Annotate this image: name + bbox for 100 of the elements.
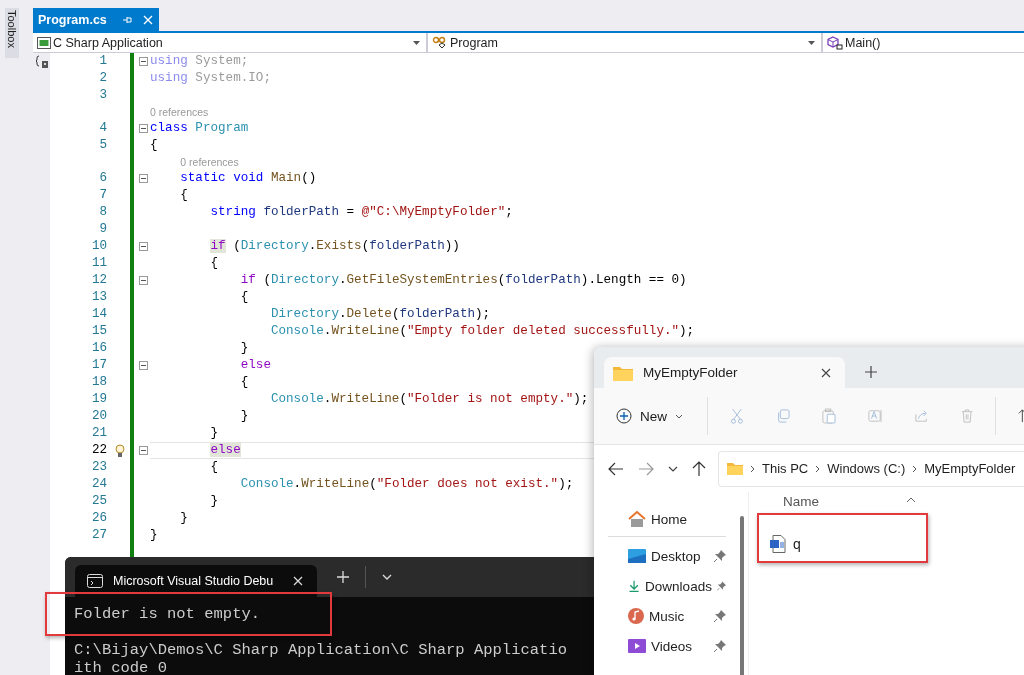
collapse-icon[interactable]: [139, 361, 148, 370]
breadcrumb-item[interactable]: MyEmptyFolder: [924, 461, 1016, 476]
code-line: }: [150, 528, 158, 543]
scope-icon: [34, 54, 49, 69]
collapse-icon[interactable]: [139, 124, 148, 133]
code-line: if (Directory.GetFileSystemEntries(folderPath).Length == 0): [239, 273, 687, 288]
line-number: 14: [90, 306, 108, 323]
code-line: Console.WriteLine("Folder is not empty.");: [269, 392, 589, 407]
code-line: }: [179, 511, 188, 526]
forward-icon[interactable]: [638, 461, 654, 476]
code-line: {: [239, 290, 249, 305]
code-line: }: [209, 426, 219, 441]
desktop-icon: [628, 549, 646, 563]
plus-circle-icon: [616, 408, 632, 424]
nav-pane-item[interactable]: Desktop: [594, 541, 736, 571]
code-line: class Program: [150, 121, 249, 136]
code-line: {: [239, 375, 249, 390]
line-number: 20: [90, 408, 108, 425]
toolbox-tab[interactable]: Toolbox: [5, 8, 19, 58]
line-number: 8: [98, 204, 108, 221]
terminal-output: C:\Bijay\Demos\C Sharp Application\C Sharp Applicatio: [74, 641, 568, 659]
line-number: 27: [90, 527, 108, 544]
pin-icon[interactable]: [122, 15, 133, 24]
code-line: Directory.Delete(folderPath);: [269, 307, 491, 322]
line-number: 26: [90, 510, 108, 527]
line-number: 22: [90, 442, 108, 459]
download-icon: [628, 578, 641, 594]
breadcrumb-item[interactable]: Windows (C:): [827, 461, 906, 476]
back-icon[interactable]: [608, 461, 624, 476]
code-line: }: [209, 494, 219, 509]
document-icon: [770, 535, 786, 553]
chevron-down-icon[interactable]: [668, 465, 678, 472]
code-line: {: [150, 138, 158, 153]
code-line: Console.WriteLine("Empty folder deleted successfully.");: [269, 324, 695, 339]
chevron-right-icon[interactable]: [750, 464, 755, 473]
line-number: 3: [98, 87, 108, 104]
line-number: 12: [90, 272, 108, 289]
caret-icon: [413, 40, 420, 45]
terminal-output: ith code 0: [74, 659, 168, 675]
video-icon: [628, 639, 646, 653]
close-icon[interactable]: [821, 367, 831, 378]
method-icon: [827, 35, 843, 50]
caret-icon: [675, 413, 683, 419]
address-bar[interactable]: This PC Windows (C:) MyEmptyFolder: [718, 450, 1024, 487]
document-tab[interactable]: Program.cs: [33, 8, 159, 31]
nav-pane-item[interactable]: Videos: [594, 631, 736, 661]
new-button[interactable]: New: [614, 404, 685, 428]
code-line: }: [239, 341, 249, 356]
chevron-right-icon[interactable]: [912, 464, 918, 473]
line-number: 1: [98, 53, 108, 70]
console-icon: [87, 574, 103, 588]
line-number: 9: [98, 221, 108, 238]
house-icon: [628, 511, 646, 527]
code-line: else: [239, 358, 271, 373]
line-number: 2: [98, 70, 108, 87]
line-number: 6: [98, 170, 108, 187]
folder-icon: [613, 364, 633, 381]
line-number: 5: [98, 137, 108, 154]
code-line: {: [179, 188, 188, 203]
line-number: 18: [90, 374, 108, 391]
column-header[interactable]: Name: [783, 494, 1024, 509]
nav-pane-item[interactable]: Home: [594, 504, 736, 534]
sort-caret-icon: [906, 497, 916, 503]
folder-tab[interactable]: MyEmptyFolder: [604, 357, 845, 388]
nav-pane-item[interactable]: Music: [594, 601, 736, 631]
breadcrumb-item[interactable]: This PC: [762, 461, 809, 476]
code-line: {: [209, 460, 219, 475]
line-number: 23: [90, 459, 108, 476]
line-number: 11: [90, 255, 108, 272]
line-number: 17: [90, 357, 108, 374]
collapse-icon[interactable]: [139, 242, 148, 251]
project-icon: [37, 36, 51, 49]
line-number: 15: [90, 323, 108, 340]
line-number: 25: [90, 493, 108, 510]
chevron-right-icon[interactable]: [815, 464, 821, 473]
code-line: using System;: [150, 54, 249, 69]
terminal-output: Folder is not empty.: [74, 605, 262, 623]
lightbulb-icon[interactable]: [115, 443, 125, 458]
code-line: using System.IO;: [150, 71, 271, 86]
code-line: }: [239, 409, 249, 424]
code-line: Console.WriteLine("Folder does not exist.");: [239, 477, 574, 492]
line-number: 19: [90, 391, 108, 408]
line-number: 10: [90, 238, 108, 255]
music-icon: [628, 608, 644, 624]
collapse-icon[interactable]: [139, 276, 148, 285]
line-number: 4: [98, 120, 108, 137]
new-tab-icon[interactable]: [865, 366, 877, 378]
code-line: static void Main(): [179, 171, 317, 186]
collapse-icon[interactable]: [139, 446, 148, 455]
class-icon: [432, 35, 448, 50]
terminal-tab[interactable]: Microsoft Visual Studio Debu: [75, 565, 317, 597]
caret-icon: [808, 40, 815, 45]
collapse-icon[interactable]: [139, 174, 148, 183]
nav-pane-item[interactable]: Downloads: [594, 571, 736, 601]
collapse-icon[interactable]: [139, 57, 148, 66]
up-icon[interactable]: [692, 460, 706, 477]
file-item[interactable]: q: [770, 535, 1024, 553]
line-number: 7: [98, 187, 108, 204]
folder-icon: [727, 462, 743, 475]
line-number: 13: [90, 289, 108, 306]
